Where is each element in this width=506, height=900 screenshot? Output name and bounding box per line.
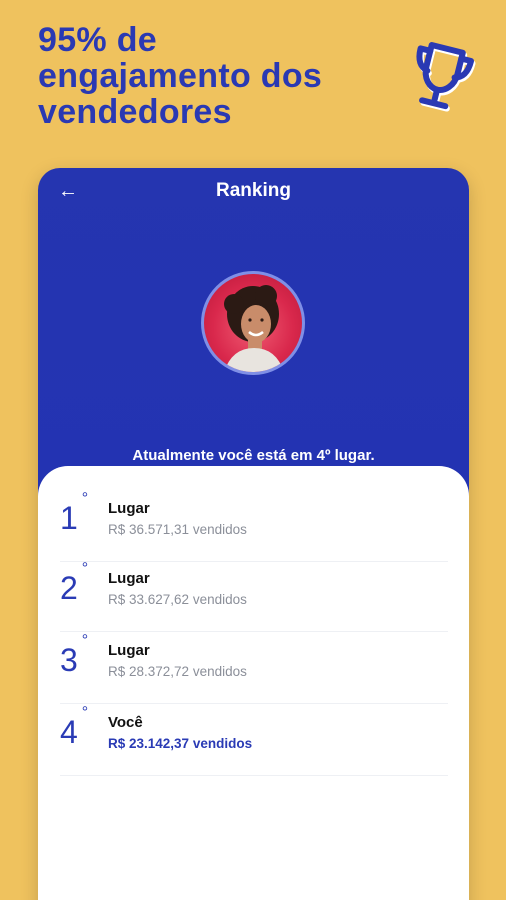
ranking-row-current-user[interactable]: 4° Você R$ 23.142,37 vendidos (60, 704, 448, 776)
rank-label: Lugar (108, 500, 150, 517)
rank-position: 4° (60, 704, 89, 750)
headline: 95% de engajamento dos vendedores (38, 22, 322, 130)
rank-position: 3° (60, 632, 89, 678)
phone-screen: ← Ranking Atualmente você está em 4º lug… (38, 168, 469, 900)
rank-sales: R$ 36.571,31 vendidos (108, 522, 247, 537)
headline-line-2: engajamento dos (38, 57, 323, 95)
rank-label: Você (108, 714, 143, 731)
rank-sales: R$ 23.142,37 vendidos (108, 736, 253, 751)
rank-sales: R$ 33.627,62 vendidos (108, 592, 247, 607)
ranking-list: 1° Lugar R$ 36.571,31 vendidos 2° Lugar … (38, 466, 469, 900)
headline-line-3: vendedores (38, 93, 232, 131)
ranking-row[interactable]: 3° Lugar R$ 28.372,72 vendidos (60, 632, 448, 704)
ranking-row[interactable]: 2° Lugar R$ 33.627,62 vendidos (60, 560, 448, 632)
avatar (201, 271, 305, 375)
rank-label: Lugar (108, 642, 150, 659)
ranking-status: Atualmente você está em 4º lugar. (132, 447, 375, 464)
rank-label: Lugar (108, 570, 150, 587)
ranking-row[interactable]: 1° Lugar R$ 36.571,31 vendidos (60, 490, 448, 562)
rank-position: 1° (60, 490, 89, 536)
headline-line-1: 95% de (38, 21, 157, 59)
rank-sales: R$ 28.372,72 vendidos (108, 664, 247, 679)
trophy-icon (416, 42, 476, 112)
avatar-photo (224, 285, 284, 372)
screen-title: Ranking (216, 180, 291, 201)
rank-position: 2° (60, 560, 89, 606)
